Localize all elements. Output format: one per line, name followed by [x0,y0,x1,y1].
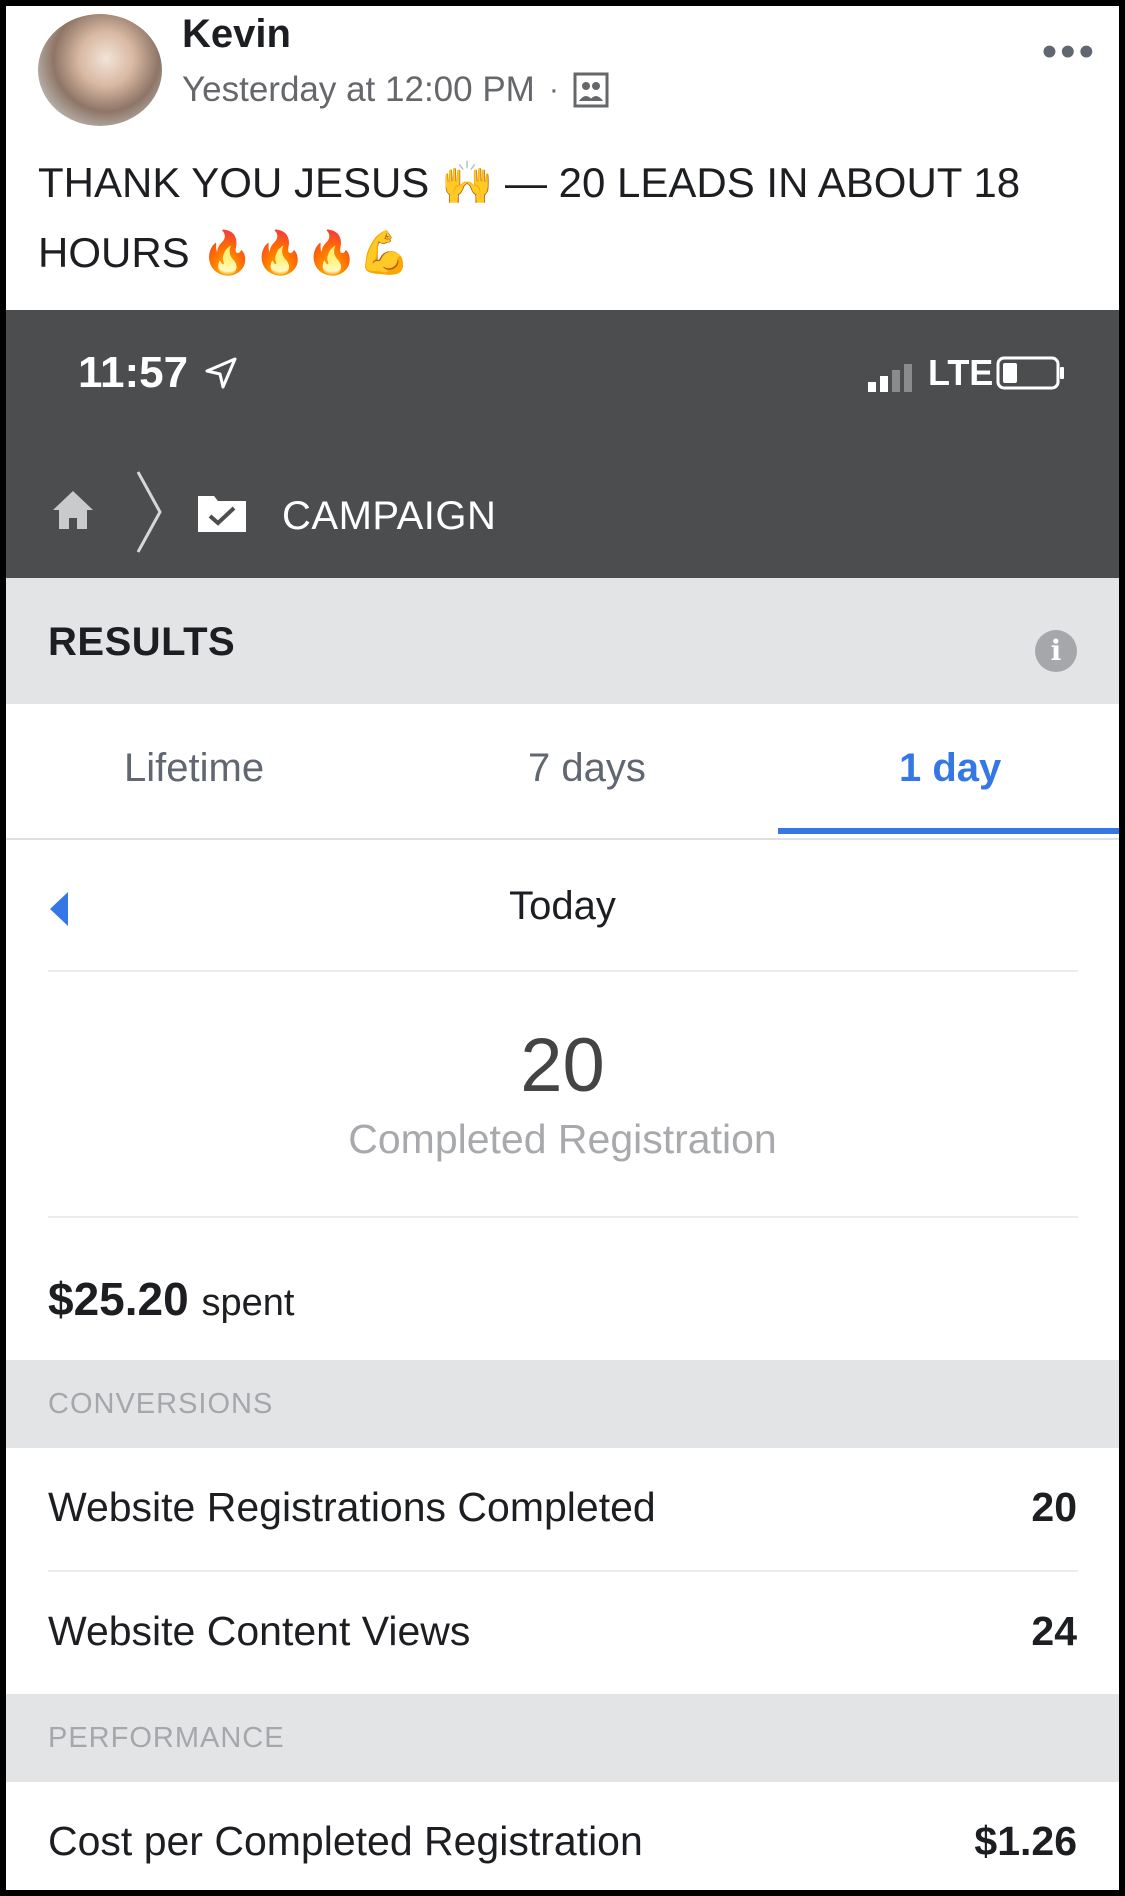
divider [48,1216,1078,1218]
status-time: 11:57 [78,348,189,397]
tab-7-days[interactable]: 7 days [528,746,646,791]
home-icon[interactable] [50,488,96,532]
metric-row: Website Content Views 24 [6,1572,1119,1694]
info-icon[interactable]: i [1035,630,1077,672]
avatar[interactable] [38,14,162,126]
meta-separator: · [548,73,559,106]
date-label: Today [509,884,616,928]
tab-1-day[interactable]: 1 day [899,746,1001,791]
more-options-icon[interactable]: ••• [1042,30,1097,74]
app-screenshot: 11:57 LTE CAMPAIGN RESULTS i Lifetime 7 … [6,310,1119,1890]
network-type: LTE [928,352,994,393]
tab-lifetime[interactable]: Lifetime [124,746,264,791]
facebook-post: Kevin Yesterday at 12:00 PM · ••• THANK … [6,6,1119,1890]
time-range-tabs: Lifetime 7 days 1 day [6,704,1119,840]
results-title: RESULTS [48,620,236,664]
results-header: RESULTS i [6,578,1119,704]
friends-icon [573,72,609,108]
post-timestamp[interactable]: Yesterday at 12:00 PM [182,70,535,110]
metric-value: 20 [1031,1484,1077,1530]
divider [48,970,1078,972]
nav-bar: CAMPAIGN [6,430,1119,578]
metric-value: $1.26 [974,1818,1077,1864]
active-tab-indicator [778,828,1119,834]
metric-label: Website Registrations Completed [48,1484,656,1530]
metric-label: Cost per Completed Registration [48,1818,643,1864]
nav-title: CAMPAIGN [282,494,497,538]
spent-unit: spent [201,1282,295,1324]
date-selector: Today [6,840,1119,970]
amount-spent: $25.20 spent [48,1272,294,1326]
post-meta: Yesterday at 12:00 PM · [182,70,609,110]
campaign-folder-icon [198,496,246,532]
status-bar: 11:57 LTE [6,310,1119,430]
spent-amount: $25.20 [48,1273,189,1325]
conversions-section-header: CONVERSIONS [6,1360,1119,1448]
signal-icon [868,364,912,392]
results-count: 20 [520,1023,605,1108]
battery-icon [996,356,1064,390]
post-author[interactable]: Kevin [182,12,291,57]
section-title: CONVERSIONS [48,1388,274,1420]
location-arrow-icon [205,357,237,389]
results-count-label: Completed Registration [348,1116,777,1162]
chevron-right-icon [136,471,162,553]
metric-row: Cost per Completed Registration $1.26 [6,1782,1119,1890]
metric-value: 24 [1031,1608,1077,1654]
performance-section-header: PERFORMANCE [6,1694,1119,1782]
section-title: PERFORMANCE [48,1722,285,1754]
metric-label: Website Content Views [48,1608,471,1654]
metric-row: Website Registrations Completed 20 [6,1448,1119,1570]
post-text: THANK YOU JESUS 🙌 — 20 LEADS IN ABOUT 18… [38,159,1021,276]
